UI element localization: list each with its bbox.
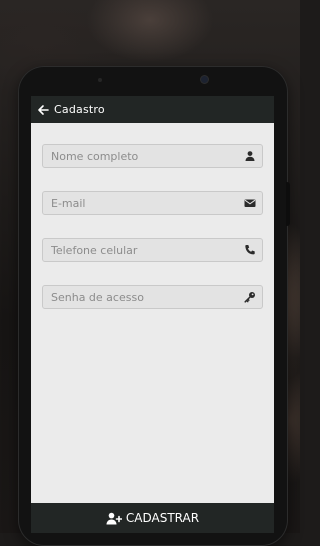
phone-icon	[244, 244, 256, 256]
mobile-phone-input[interactable]	[43, 239, 241, 262]
page-title: Cadastro	[54, 103, 105, 116]
password-field	[42, 285, 263, 309]
app-screen: Cadastro Nome completo E-mail Telefone c…	[31, 96, 274, 533]
register-button[interactable]: CADASTRAR	[31, 503, 274, 533]
email-field	[42, 191, 263, 215]
signup-form	[42, 144, 263, 332]
phone-camera	[201, 76, 208, 83]
password-input[interactable]	[43, 286, 241, 309]
mobile-phone-field	[42, 238, 263, 262]
key-icon	[244, 291, 256, 303]
register-button-label: CADASTRAR	[125, 511, 200, 525]
user-icon	[244, 150, 256, 162]
full-name-input[interactable]	[43, 145, 241, 168]
full-name-field	[42, 144, 263, 168]
app-header: Cadastro	[31, 96, 274, 123]
envelope-icon	[244, 197, 256, 209]
phone-sensor	[98, 78, 102, 82]
email-input[interactable]	[43, 192, 241, 215]
user-plus-icon	[106, 512, 122, 525]
phone-side-button	[286, 182, 290, 226]
back-arrow-icon[interactable]	[37, 104, 49, 116]
